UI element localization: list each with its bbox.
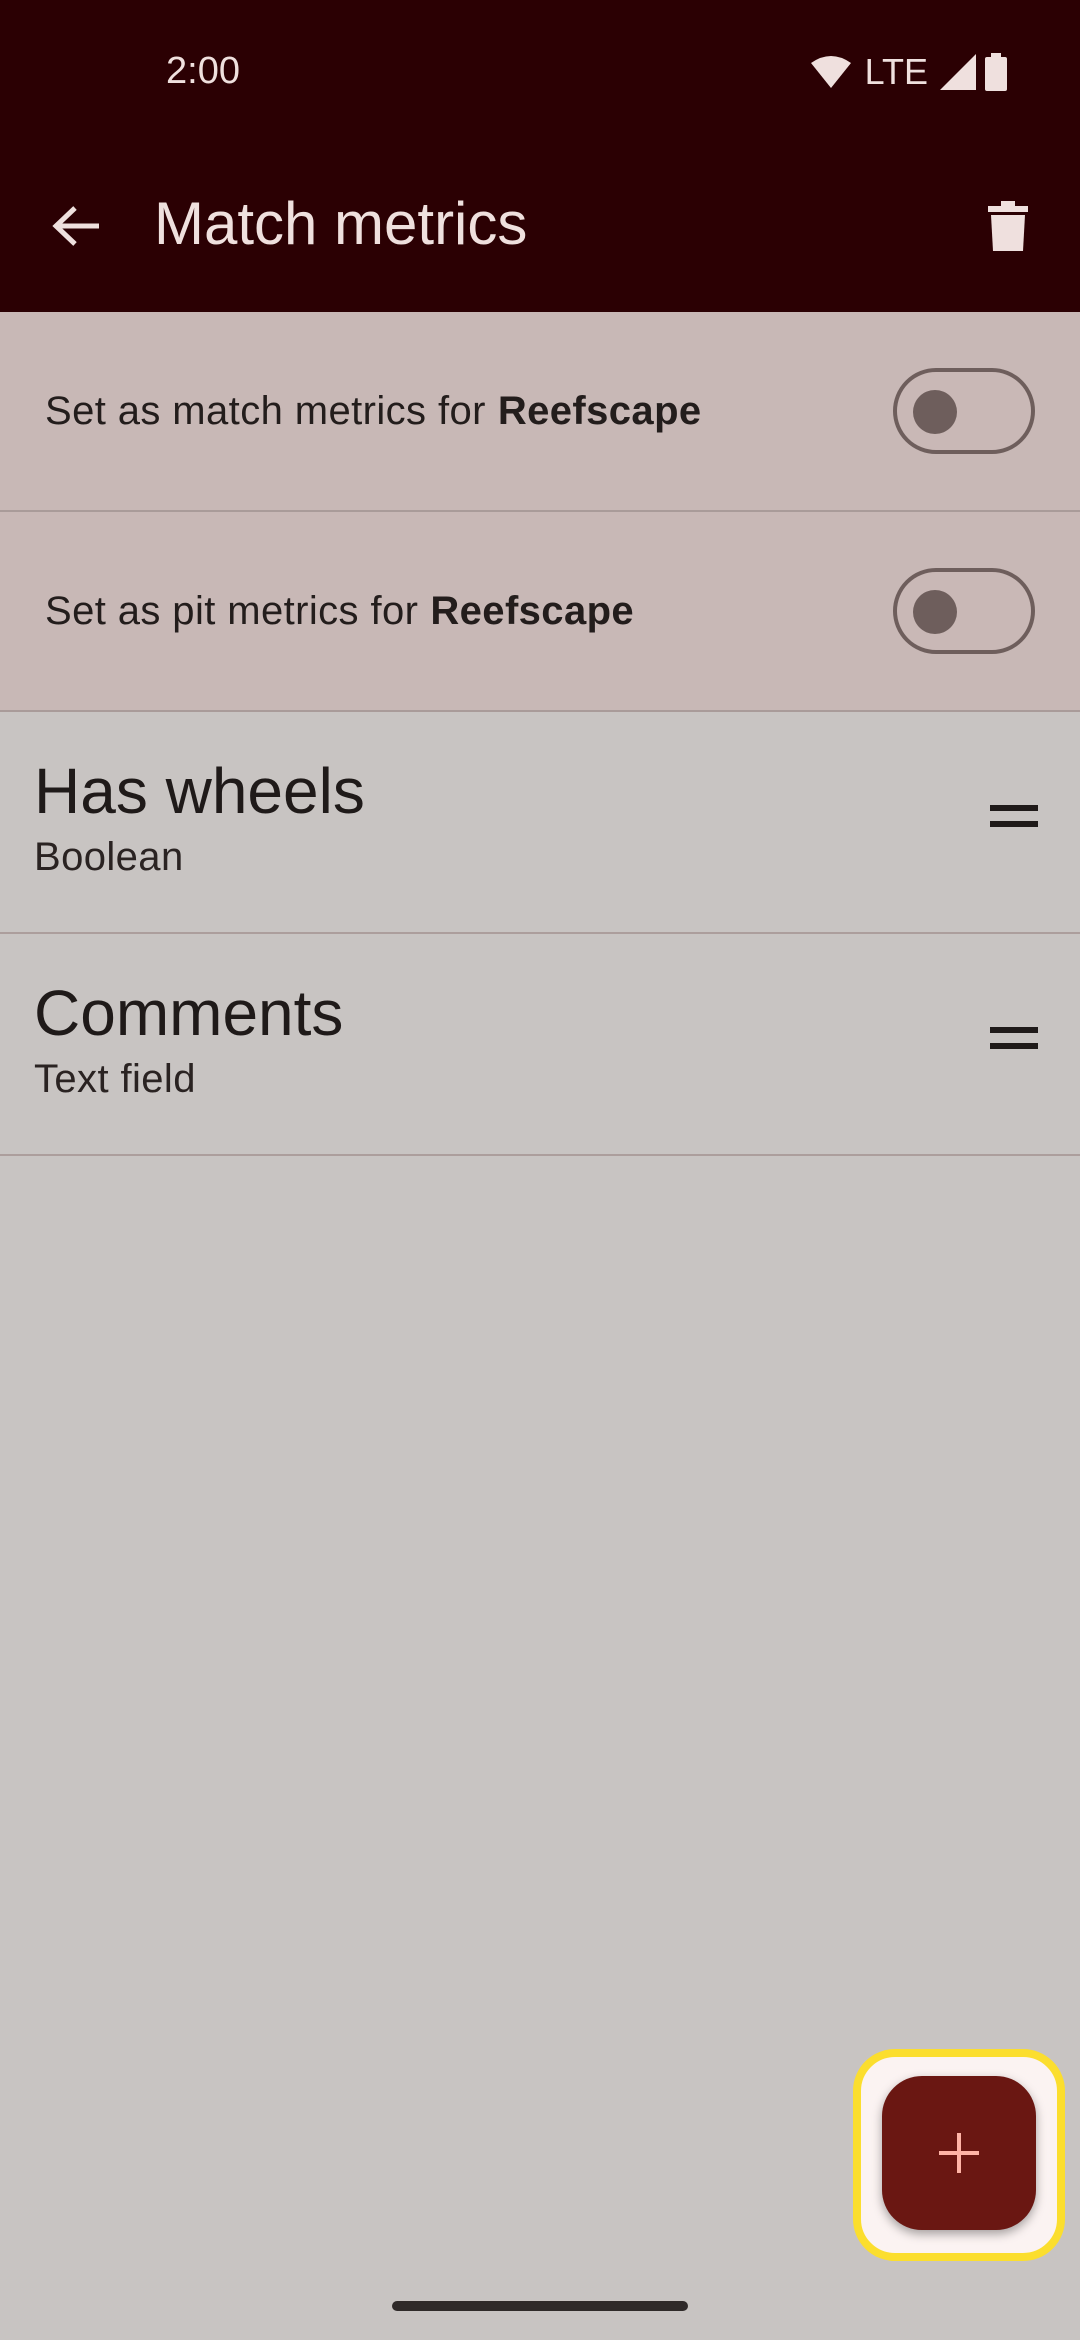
page-title: Match metrics <box>154 190 528 257</box>
add-metric-button[interactable] <box>882 2076 1036 2230</box>
gesture-navigation-bar[interactable] <box>392 2301 688 2311</box>
switch-thumb <box>913 590 957 634</box>
pit-metrics-game-name: Reefscape <box>430 588 635 633</box>
plus-icon <box>939 2133 979 2173</box>
match-metrics-setting-text: Set as match metrics for <box>45 388 486 433</box>
pit-metrics-switch[interactable] <box>893 568 1035 654</box>
status-icons: LTE <box>810 50 1008 94</box>
match-metrics-switch[interactable] <box>893 368 1035 454</box>
trash-icon <box>988 201 1028 251</box>
status-bar: 2:00 LTE <box>0 0 1080 140</box>
match-metrics-setting-row[interactable]: Set as match metrics for Reefscape <box>0 312 1080 512</box>
pit-metrics-setting-label: Set as pit metrics for Reefscape <box>45 512 634 710</box>
pit-metrics-setting-row[interactable]: Set as pit metrics for Reefscape <box>0 512 1080 712</box>
status-time: 2:00 <box>166 50 240 92</box>
drag-handle-icon[interactable] <box>990 1027 1038 1057</box>
metric-type: Text field <box>34 1057 196 1101</box>
app-bar: Match metrics <box>0 140 1080 312</box>
metric-type: Boolean <box>34 835 184 879</box>
match-metrics-setting-label: Set as match metrics for Reefscape <box>45 312 702 510</box>
wifi-icon <box>810 56 851 88</box>
back-button[interactable] <box>40 190 112 262</box>
battery-icon <box>985 53 1007 91</box>
switch-thumb <box>913 390 957 434</box>
pit-metrics-setting-text: Set as pit metrics for <box>45 588 419 633</box>
match-metrics-game-name: Reefscape <box>497 388 702 433</box>
arrow-back-icon <box>52 206 99 246</box>
metric-name: Has wheels <box>34 755 365 827</box>
metric-list-item[interactable]: Comments Text field <box>0 934 1080 1156</box>
cell-signal-icon <box>940 54 976 90</box>
drag-handle-icon[interactable] <box>990 805 1038 835</box>
delete-button[interactable] <box>972 190 1044 262</box>
metric-list-item[interactable]: Has wheels Boolean <box>0 712 1080 934</box>
metric-name: Comments <box>34 977 344 1049</box>
network-type-label: LTE <box>864 51 928 92</box>
